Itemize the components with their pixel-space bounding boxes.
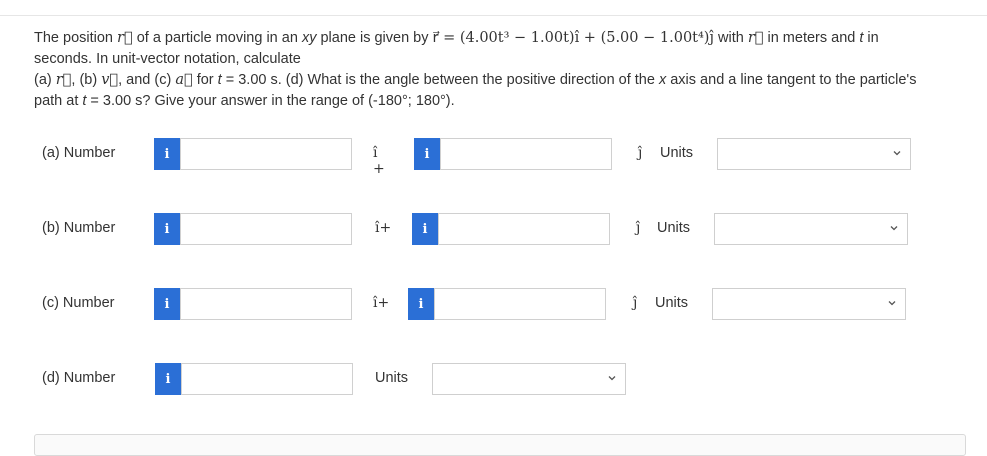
units-label: Units [375,370,409,386]
answer-a-j-input[interactable] [440,138,612,170]
question-line-4: path at t = 3.00 s? Give your answer in … [34,93,455,109]
answer-c-i-input[interactable] [180,288,352,320]
j-hat-unit: ĵ [636,220,641,236]
info-button[interactable]: i [154,288,180,320]
row-label: (a) Number [42,145,116,161]
answer-d-input[interactable] [181,363,353,395]
answer-b-j-input[interactable] [438,213,610,245]
info-button[interactable]: i [154,138,180,170]
units-label: Units [657,220,691,236]
j-hat-unit: ĵ [633,295,638,311]
chevron-down-icon [888,301,896,306]
row-label: (c) Number [42,295,115,311]
i-hat-unit: î+ [375,220,392,236]
info-button[interactable]: i [414,138,440,170]
question-line-3: (a) r⃗, (b) v⃗, and (c) a⃗ for t = 3.00 … [34,72,917,88]
answer-a-i-input[interactable] [180,138,352,170]
question-text: The position r⃗ of a particle moving in … [34,28,964,112]
units-select-a[interactable] [717,138,911,170]
info-button[interactable]: i [412,213,438,245]
info-button[interactable]: i [154,213,180,245]
question-line-1: The position r⃗ of a particle moving in … [34,30,879,46]
units-select-d[interactable] [432,363,626,395]
question-line-2: seconds. In unit-vector notation, calcul… [34,51,301,67]
position-equation: r⃗ = (4.00t³ − 1.00t)î + (5.00 − 1.00t⁴)… [432,30,714,46]
info-button[interactable]: i [155,363,181,395]
top-divider [0,15,987,16]
chevron-down-icon [608,376,616,381]
units-label: Units [660,145,694,161]
next-section-card [34,434,966,456]
i-hat-unit: î+ [373,295,390,311]
row-label: (d) Number [42,370,116,386]
info-button[interactable]: i [408,288,434,320]
answer-b-i-input[interactable] [180,213,352,245]
chevron-down-icon [890,226,898,231]
units-select-b[interactable] [714,213,908,245]
chevron-down-icon [893,151,901,156]
row-label: (b) Number [42,220,116,236]
units-label: Units [655,295,689,311]
i-hat-unit: î + [373,145,385,177]
j-hat-unit: ĵ [638,145,643,161]
units-select-c[interactable] [712,288,906,320]
answer-c-j-input[interactable] [434,288,606,320]
